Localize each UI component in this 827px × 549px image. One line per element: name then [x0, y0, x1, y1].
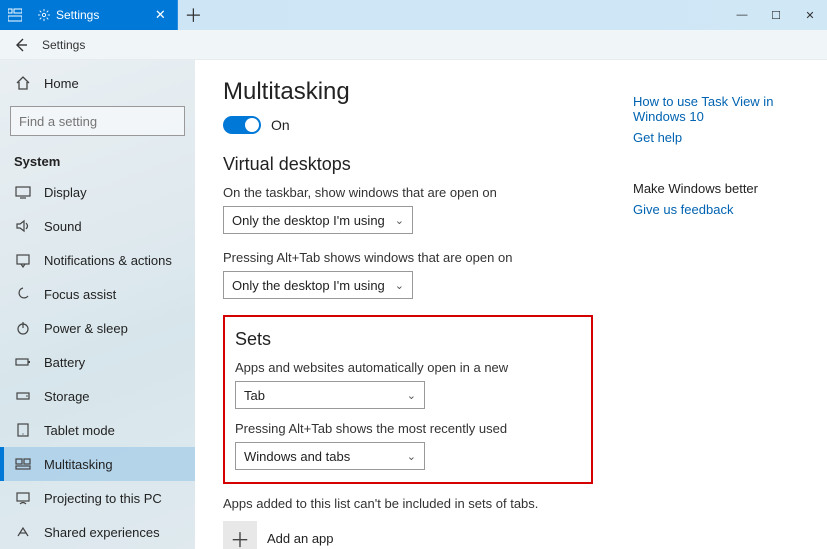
tablet-icon	[14, 421, 32, 439]
content: Multitasking On Virtual desktops On the …	[195, 60, 827, 549]
sidebar-item-label: Notifications & actions	[44, 253, 172, 268]
task-view-button[interactable]	[0, 0, 30, 30]
sidebar-item-display[interactable]: Display	[0, 175, 195, 209]
shared-experiences-icon	[14, 523, 32, 541]
vd-taskbar-value: Only the desktop I'm using	[232, 213, 385, 228]
chevron-down-icon: ⌄	[395, 214, 404, 227]
arrow-left-icon	[13, 37, 29, 53]
vd-taskbar-combo[interactable]: Only the desktop I'm using ⌄	[223, 206, 413, 234]
content-main: Multitasking On Virtual desktops On the …	[223, 78, 593, 549]
tab-label: Settings	[56, 8, 99, 22]
sets-alttab-label: Pressing Alt+Tab shows the most recently…	[235, 421, 581, 436]
new-tab-button[interactable]: ＋	[178, 0, 208, 30]
sidebar-item-focus-assist[interactable]: Focus assist	[0, 277, 195, 311]
sidebar-item-label: Focus assist	[44, 287, 116, 302]
chevron-down-icon: ⌄	[407, 450, 416, 463]
sidebar-item-label: Power & sleep	[44, 321, 128, 336]
notifications-icon	[14, 251, 32, 269]
maximize-button[interactable]: ☐	[759, 0, 793, 30]
sidebar-item-multitasking[interactable]: Multitasking	[0, 447, 195, 481]
sidebar-item-tablet-mode[interactable]: Tablet mode	[0, 413, 195, 447]
sidebar-item-label: Multitasking	[44, 457, 113, 472]
battery-icon	[14, 353, 32, 371]
sidebar-home[interactable]: Home	[0, 66, 195, 100]
sidebar-home-label: Home	[44, 76, 79, 91]
sound-icon	[14, 217, 32, 235]
sidebar-item-label: Storage	[44, 389, 90, 404]
vd-alttab-label: Pressing Alt+Tab shows windows that are …	[223, 250, 593, 265]
vd-alttab-combo[interactable]: Only the desktop I'm using ⌄	[223, 271, 413, 299]
sets-apps-label: Apps and websites automatically open in …	[235, 360, 581, 375]
add-app-button[interactable]: ＋	[223, 521, 257, 549]
sidebar-item-notifications[interactable]: Notifications & actions	[0, 243, 195, 277]
tab-close-button[interactable]: ✕	[151, 6, 169, 24]
chevron-down-icon: ⌄	[407, 389, 416, 402]
sidebar-item-label: Tablet mode	[44, 423, 115, 438]
sidebar-category: System	[0, 146, 195, 175]
multitasking-toggle-row: On	[223, 116, 593, 134]
sidebar-item-label: Battery	[44, 355, 85, 370]
search-input[interactable]	[19, 114, 195, 129]
tab-strip: Settings ✕ ＋	[0, 0, 208, 30]
sidebar-item-storage[interactable]: Storage	[0, 379, 195, 413]
sidebar-item-power[interactable]: Power & sleep	[0, 311, 195, 345]
sidebar-item-label: Projecting to this PC	[44, 491, 162, 506]
aside-heading: Make Windows better	[633, 181, 803, 196]
sidebar-item-shared-experiences[interactable]: Shared experiences	[0, 515, 195, 549]
header-row: Settings	[0, 30, 827, 60]
sidebar-item-battery[interactable]: Battery	[0, 345, 195, 379]
search-box[interactable]	[10, 106, 185, 136]
power-icon	[14, 319, 32, 337]
vd-alttab-value: Only the desktop I'm using	[232, 278, 385, 293]
sidebar-item-label: Display	[44, 185, 87, 200]
virtual-desktops-heading: Virtual desktops	[223, 154, 593, 175]
sets-highlight: Sets Apps and websites automatically ope…	[223, 315, 593, 484]
help-link-get-help[interactable]: Get help	[633, 130, 803, 145]
task-view-icon	[8, 8, 22, 22]
sidebar-item-label: Sound	[44, 219, 82, 234]
close-window-button[interactable]: ✕	[793, 0, 827, 30]
sets-note: Apps added to this list can't be include…	[223, 496, 593, 511]
sidebar: Home System Display Sound Notifications …	[0, 60, 195, 549]
gear-icon	[38, 9, 50, 21]
chevron-down-icon: ⌄	[395, 279, 404, 292]
minimize-button[interactable]: —	[725, 0, 759, 30]
add-app-row: ＋ Add an app	[223, 521, 593, 549]
page-title: Multitasking	[223, 78, 593, 106]
storage-icon	[14, 387, 32, 405]
sets-alttab-value: Windows and tabs	[244, 449, 350, 464]
window-controls: — ☐ ✕	[725, 0, 827, 30]
sidebar-item-sound[interactable]: Sound	[0, 209, 195, 243]
sidebar-item-label: Shared experiences	[44, 525, 160, 540]
header-title: Settings	[42, 38, 85, 52]
projecting-icon	[14, 489, 32, 507]
back-button[interactable]	[0, 37, 42, 53]
help-link-task-view[interactable]: How to use Task View in Windows 10	[633, 94, 803, 124]
toggle-state-label: On	[271, 117, 290, 133]
focus-assist-icon	[14, 285, 32, 303]
multitasking-toggle[interactable]	[223, 116, 261, 134]
sets-apps-value: Tab	[244, 388, 265, 403]
plus-icon: ＋	[230, 524, 250, 549]
content-aside: How to use Task View in Windows 10 Get h…	[633, 78, 803, 549]
app-tab-settings[interactable]: Settings ✕	[30, 0, 178, 30]
sidebar-item-projecting[interactable]: Projecting to this PC	[0, 481, 195, 515]
add-app-label: Add an app	[267, 531, 334, 546]
sets-apps-combo[interactable]: Tab ⌄	[235, 381, 425, 409]
display-icon	[14, 183, 32, 201]
home-icon	[14, 74, 32, 92]
vd-taskbar-label: On the taskbar, show windows that are op…	[223, 185, 593, 200]
multitasking-icon	[14, 455, 32, 473]
sets-alttab-combo[interactable]: Windows and tabs ⌄	[235, 442, 425, 470]
sets-heading: Sets	[235, 329, 581, 350]
feedback-link[interactable]: Give us feedback	[633, 202, 803, 217]
titlebar: Settings ✕ ＋ — ☐ ✕	[0, 0, 827, 30]
